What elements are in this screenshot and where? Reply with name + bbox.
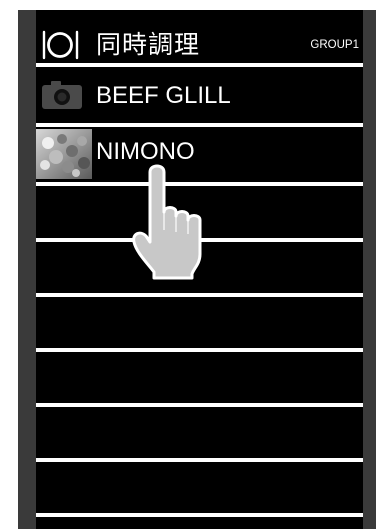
plate-fork-knife-icon [42, 30, 79, 60]
list-item-empty[interactable] [36, 462, 363, 514]
header: 同時調理 GROUP1 [36, 10, 363, 64]
screen: 同時調理 GROUP1 BEEF GLILL NIMONO [36, 10, 363, 529]
list-item-empty[interactable] [36, 297, 363, 349]
device-frame: 同時調理 GROUP1 BEEF GLILL NIMONO [18, 10, 376, 529]
food-photo-thumbnail [36, 129, 92, 179]
divider [36, 63, 363, 67]
camera-icon [42, 81, 82, 109]
list-item-label: BEEF GLILL [96, 82, 231, 109]
pointing-hand-icon [132, 164, 202, 280]
divider [36, 513, 363, 517]
group-label: GROUP1 [310, 39, 359, 51]
list-item-beef-glill[interactable]: BEEF GLILL [36, 68, 363, 120]
list-item-empty[interactable] [36, 352, 363, 404]
list-item-empty[interactable] [36, 407, 363, 459]
page-title: 同時調理 [96, 30, 201, 59]
